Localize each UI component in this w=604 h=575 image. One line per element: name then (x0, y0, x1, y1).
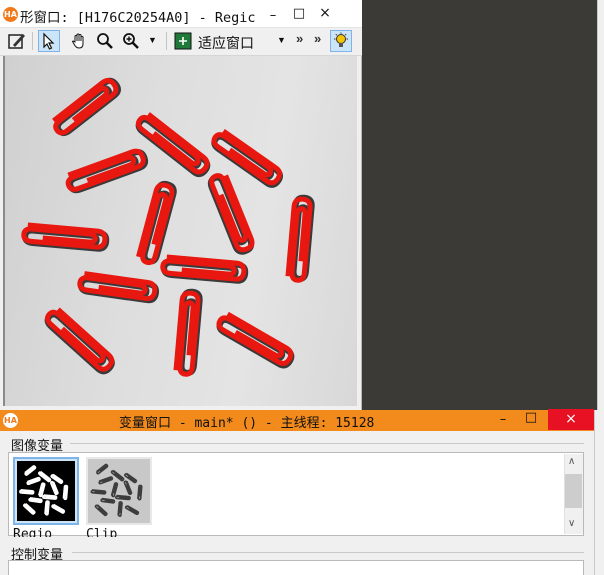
paperclip-region (136, 180, 177, 266)
scroll-down-icon[interactable]: ∨ (568, 518, 575, 529)
paperclip-region (51, 503, 66, 514)
graphics-window-title: 形窗口: [H176C20254A0] - Regic (20, 10, 256, 26)
right-panel-edge (597, 0, 604, 410)
paperclip-region (216, 311, 295, 369)
graphics-minimize-button[interactable]: – (262, 9, 284, 25)
paperclip-region (52, 77, 121, 137)
right-panel-edge (594, 410, 604, 575)
thumbnail-label: Clip (86, 527, 118, 537)
zoom-dropdown-icon[interactable]: ▼ (148, 35, 157, 45)
variable-window-title: 变量窗口 - main* () - 主线程: 15128 (119, 416, 375, 431)
paperclip-region (44, 500, 50, 516)
scroll-up-icon[interactable]: ∧ (568, 456, 575, 467)
paperclip-region (110, 482, 119, 498)
paperclip-region (42, 494, 58, 500)
paperclip-region (77, 271, 160, 304)
lightbulb-icon[interactable] (330, 30, 352, 52)
paperclip-region (44, 307, 115, 375)
select-pointer-icon[interactable] (38, 30, 60, 52)
group-divider (70, 443, 584, 444)
paperclip-region (94, 504, 108, 517)
paperclip-region (98, 476, 114, 485)
zoom-in-icon[interactable] (120, 30, 142, 52)
paperclip-region (24, 465, 37, 476)
paperclip-region (123, 480, 133, 496)
paperclip-region (285, 194, 315, 283)
edit-draw-icon[interactable] (6, 30, 28, 52)
paperclip-region (207, 173, 255, 255)
paperclip-region-overlay (21, 77, 315, 377)
paperclip-region (65, 148, 149, 194)
graphics-close-button[interactable]: × (314, 6, 336, 22)
paperclip-region (137, 484, 143, 501)
paperclip-region (50, 480, 59, 496)
paperclip-region (110, 469, 125, 482)
paperclip-region (96, 463, 109, 475)
pan-hand-icon[interactable] (68, 30, 90, 52)
paperclip-region (173, 288, 203, 377)
paperclip-region (100, 497, 116, 504)
thumbnail-label: Regions (13, 527, 53, 537)
toolbar-separator (32, 32, 33, 50)
thumbnail-clip[interactable] (86, 457, 152, 525)
fit-window-label[interactable]: 适应窗口 (198, 33, 254, 53)
paperclip-region (28, 497, 43, 504)
paperclip-region (90, 489, 107, 495)
scrollbar-thumb[interactable] (565, 474, 582, 508)
toolbar-overflow-icon[interactable]: » (296, 31, 303, 46)
paperclip-region (21, 222, 110, 252)
variable-maximize-button[interactable]: □ (520, 411, 542, 427)
image-canvas[interactable] (3, 56, 357, 406)
halcon-logo-icon: HA (3, 7, 18, 22)
paperclip-region (26, 476, 41, 486)
paperclip-region (117, 501, 123, 518)
paperclip-region (160, 254, 249, 284)
fit-window-icon[interactable] (172, 30, 194, 52)
toolbar-overflow-icon[interactable]: » (314, 31, 321, 46)
paperclip-region (62, 484, 69, 501)
toolbar-separator (166, 32, 167, 50)
graphics-maximize-button[interactable]: □ (288, 7, 310, 23)
halcon-logo-icon: HA (3, 413, 18, 428)
paperclip-region (124, 504, 140, 516)
paperclip-region (135, 112, 211, 178)
paperclip-region (115, 494, 131, 501)
variable-close-button[interactable]: × (548, 409, 594, 430)
control-variables-list (8, 560, 584, 575)
thumbnail-clip-image (88, 459, 150, 523)
thumbnail-regions[interactable] (13, 457, 79, 525)
fit-dropdown-icon[interactable]: ▼ (277, 35, 286, 45)
paperclip-region (23, 503, 36, 515)
magnifier-icon[interactable] (94, 30, 116, 52)
group-divider (72, 552, 584, 553)
paperclip-region (19, 489, 35, 495)
thumbnail-regions-image (17, 461, 75, 521)
variable-minimize-button[interactable]: – (492, 413, 514, 429)
